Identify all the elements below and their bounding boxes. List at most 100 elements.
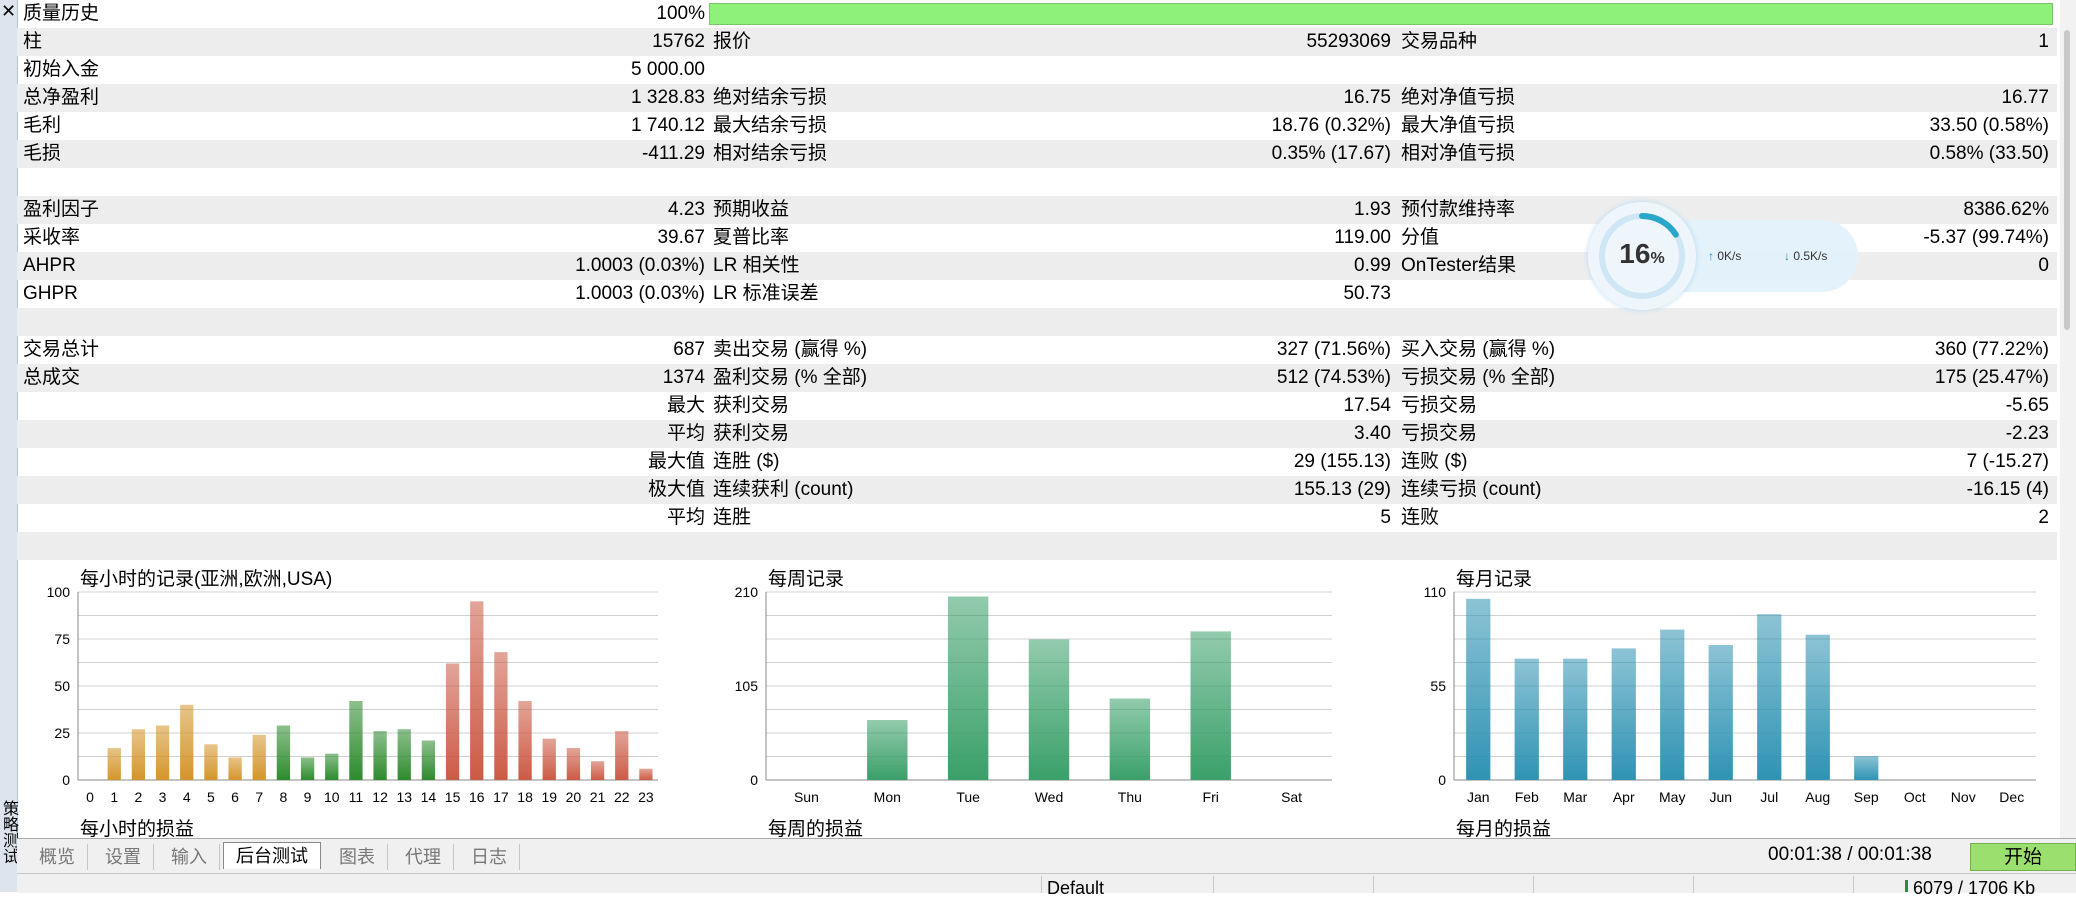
status-divider — [1853, 876, 1854, 893]
x-tick-label: 22 — [614, 789, 630, 805]
stats-row: 极大值 连续获利 (count) 155.13 (29) 连续亏损 (count) -1… — [17, 476, 2057, 504]
tab-3[interactable]: 后台测试 — [223, 842, 321, 869]
stat-value: 175 (25.47%) — [1934, 367, 2049, 388]
tab-0[interactable]: 概览 — [27, 844, 88, 870]
x-tick-label: Tue — [956, 789, 980, 805]
stat-value: -2.23 — [2005, 423, 2049, 444]
x-tick-label: 8 — [280, 789, 288, 805]
bar-1 — [107, 748, 121, 780]
x-tick-label: Mon — [874, 789, 901, 805]
stats-row: 平均 获利交易 3.40 亏损交易 -2.23 — [17, 420, 2057, 448]
stats-row: 毛利 1 740.12 最大结余亏损 18.76 (0.32%) 最大净值亏损 33.50… — [17, 112, 2057, 140]
x-tick-label: 21 — [590, 789, 606, 805]
stats-row: 交易总计 687 卖出交易 (赢得 %) 327 (71.56%) 买入交易 (赢得 %… — [17, 336, 2057, 364]
x-tick-label: 14 — [421, 789, 437, 805]
chart-panel: 每周记录 每周的损益 0 105 210 Sun Mon Tue Wed Thu Fri Sat — [712, 560, 1352, 840]
speed-percent: 16% — [1619, 238, 1665, 269]
stat-label: 卖出交易 (赢得 %) — [713, 339, 868, 360]
tab-2[interactable]: 输入 — [159, 844, 220, 870]
stat-label: 报价 — [713, 31, 752, 52]
x-tick-label: Mar — [1563, 789, 1587, 805]
bar-jul — [1757, 614, 1782, 780]
stat-value: 16.75 — [1343, 87, 1391, 108]
stat-value: 平均 — [666, 507, 705, 528]
stat-label: 毛损 — [23, 143, 62, 164]
x-tick-label: 7 — [255, 789, 263, 805]
stat-label: 最大净值亏损 — [1401, 115, 1516, 136]
arrow-up-icon: ↑ — [1708, 249, 1714, 263]
stat-value: 1374 — [662, 367, 705, 388]
stat-label: 柱 — [23, 31, 43, 52]
tab-4[interactable]: 图表 — [327, 844, 388, 870]
bar-11 — [349, 701, 363, 780]
x-tick-label: 20 — [566, 789, 582, 805]
x-tick-label: Sat — [1281, 789, 1302, 805]
stat-label: LR 标准误差 — [713, 283, 819, 304]
x-tick-label: Apr — [1613, 789, 1635, 805]
close-icon[interactable]: ✕ — [0, 0, 17, 22]
stat-value: 平均 — [666, 423, 705, 444]
y-tick-label: 50 — [54, 678, 70, 694]
stat-label: 夏普比率 — [713, 227, 790, 248]
chart-panel: 每月记录 每月的损益 0 55 110 Jan Feb Mar Apr May Jun Jul Aug S… — [1400, 560, 2056, 840]
panel-vertical-label: 策略测试 — [0, 800, 17, 864]
x-tick-label: May — [1659, 789, 1685, 805]
status-divider — [1533, 876, 1534, 893]
tab-6[interactable]: 日志 — [459, 844, 520, 870]
y-tick-label: 25 — [54, 725, 70, 741]
status-divider — [1041, 876, 1042, 893]
bar-mar — [1563, 658, 1588, 780]
speed-gauge: 16% — [1588, 202, 1696, 310]
stat-label: AHPR — [23, 255, 76, 276]
stat-label: 连续获利 (count) — [713, 479, 854, 500]
bar-10 — [325, 753, 339, 780]
stats-row: 平均 连胜 5 连败 2 — [17, 504, 2057, 532]
x-tick-label: Wed — [1035, 789, 1064, 805]
status-divider — [1693, 876, 1694, 893]
x-tick-label: 0 — [86, 789, 94, 805]
bar-4 — [180, 704, 194, 780]
stat-label: 亏损交易 — [1401, 395, 1478, 416]
y-tick-label: 100 — [47, 584, 71, 600]
stat-label: 连败 — [1401, 507, 1440, 528]
bar-18 — [518, 701, 532, 780]
status-divider — [1373, 876, 1374, 893]
bar-6 — [228, 757, 242, 780]
stat-label: 绝对结余亏损 — [713, 87, 828, 108]
stat-label: 预期收益 — [713, 199, 790, 220]
stat-label: 最大结余亏损 — [713, 115, 828, 136]
elapsed-timer: 00:01:38 / 00:01:38 — [1768, 844, 1932, 865]
tab-1[interactable]: 设置 — [93, 844, 154, 870]
bar-19 — [542, 738, 556, 780]
bar-16 — [470, 601, 484, 780]
stat-label: GHPR — [23, 283, 78, 304]
bar-23 — [639, 768, 653, 780]
x-tick-label: 16 — [469, 789, 485, 805]
y-tick-label: 210 — [735, 584, 759, 600]
bar-14 — [421, 740, 436, 780]
bar-20 — [566, 748, 581, 780]
tab-5[interactable]: 代理 — [393, 844, 454, 870]
y-tick-label: 0 — [750, 772, 758, 788]
x-tick-label: 23 — [638, 789, 654, 805]
stats-row: 质量历史 100% — [17, 0, 2057, 28]
stat-label: 盈利因子 — [23, 199, 100, 220]
start-button[interactable]: 开始 — [1970, 843, 2076, 871]
x-tick-label: 6 — [231, 789, 239, 805]
y-tick-label: 75 — [54, 631, 70, 647]
status-memory: 6079 / 1706 Kb — [1913, 878, 2036, 898]
x-tick-label: 18 — [517, 789, 533, 805]
stat-value: 2 — [2038, 507, 2049, 528]
stats-row — [17, 308, 2057, 336]
status-profile: Default — [1047, 878, 1105, 898]
stat-label: 相对结余亏损 — [713, 143, 828, 164]
stat-value: 17.54 — [1343, 395, 1391, 416]
status-bar: Default 6079 / 1706 Kb — [17, 873, 2076, 898]
arrow-down-icon: ↓ — [1784, 249, 1790, 263]
stat-value: 16.77 — [2001, 87, 2049, 108]
x-tick-label: Jun — [1709, 789, 1732, 805]
stat-value: -411.29 — [641, 143, 705, 164]
scrollbar-thumb[interactable] — [2064, 30, 2070, 330]
stat-value: 327 (71.56%) — [1276, 339, 1391, 360]
bar-jun — [1708, 644, 1733, 780]
